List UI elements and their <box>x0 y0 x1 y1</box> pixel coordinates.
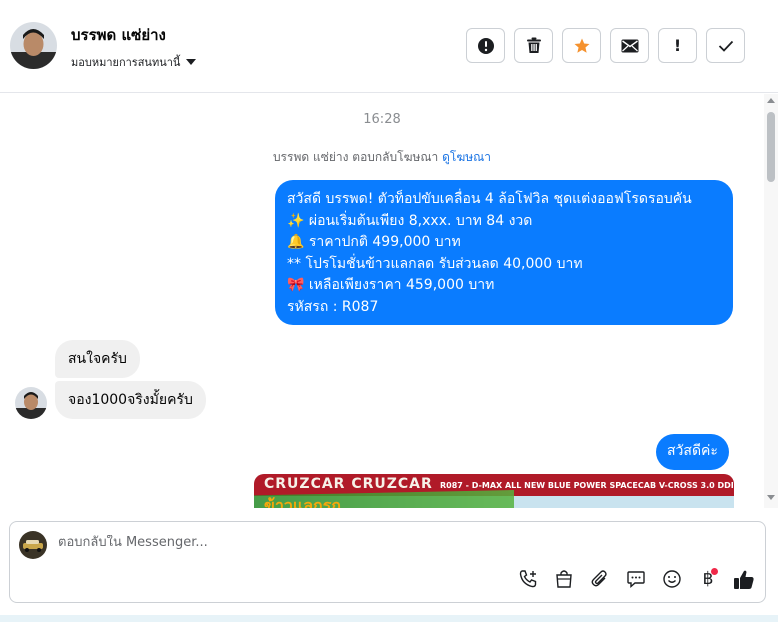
alert-circle-icon <box>477 37 494 54</box>
ad-image-model-text: R087 - D-MAX ALL NEW BLUE POWER SPACECAB… <box>440 481 734 490</box>
thread-toolbar: ! <box>466 28 745 63</box>
ad-image-brand: CRUZCAR CRUZCAR <box>264 476 433 492</box>
page-avatar <box>19 531 47 559</box>
saved-reply-icon <box>627 571 645 589</box>
sender-avatar[interactable] <box>15 387 47 419</box>
shop-button[interactable] <box>552 567 576 591</box>
ad-reply-text: บรรพด แซ่ย่าง ตอบกลับโฆษณา <box>272 150 439 164</box>
scroll-down-arrow-icon[interactable] <box>767 495 775 500</box>
star-button[interactable] <box>562 28 601 63</box>
ad-image-promo: ข้าวแลกรถ <box>264 496 341 508</box>
paperclip-icon <box>591 570 607 587</box>
mark-unread-button[interactable] <box>610 28 649 63</box>
saved-replies-button[interactable] <box>624 567 648 591</box>
assign-conversation-dropdown[interactable]: มอบหมายการสนทนานี้ <box>71 53 197 71</box>
delete-button[interactable] <box>514 28 553 63</box>
contact-name[interactable]: บรรพด แซ่ย่าง <box>71 23 166 47</box>
incoming-message[interactable]: สนใจครับ <box>55 340 140 378</box>
message-composer: ฿ <box>9 521 766 603</box>
ad-image-attachment[interactable]: CRUZCAR CRUZCAR R087 - D-MAX ALL NEW BLU… <box>254 474 734 508</box>
messenger-inbox-thread: บรรพด แซ่ย่าง มอบหมายการสนทนานี้ ! 16:28… <box>0 0 778 622</box>
ad-message-line: 🔔 ราคาปกติ 499,000 บาท <box>287 234 461 250</box>
ad-message-line: สวัสดี บรรพด! ตัวท็อปขับเคลื่อน 4 ล้อโฟว… <box>287 191 692 207</box>
emoji-icon <box>663 570 681 588</box>
reply-input[interactable] <box>58 535 618 550</box>
message-scrollbar[interactable] <box>764 94 778 508</box>
footer-strip <box>0 615 778 622</box>
mark-done-button[interactable] <box>706 28 745 63</box>
shopping-bag-icon <box>556 570 572 588</box>
attach-button[interactable] <box>588 567 612 591</box>
scroll-up-arrow-icon[interactable] <box>767 98 775 103</box>
view-ad-link[interactable]: ดูโฆษณา <box>442 150 491 164</box>
ad-message-line: ** โปรโมชั่นข้าวแลกลด รับส่วนลด 40,000 บ… <box>287 255 583 272</box>
scroll-thumb[interactable] <box>767 112 775 182</box>
trash-icon <box>526 37 541 53</box>
check-icon <box>718 40 733 52</box>
follow-up-button[interactable]: ! <box>658 28 697 63</box>
like-button[interactable] <box>732 567 756 591</box>
contact-avatar[interactable] <box>10 22 57 69</box>
ad-message-line: รหัสรถ : R087 <box>287 298 379 315</box>
message-timestamp: 16:28 <box>363 112 401 127</box>
phone-add-icon <box>519 570 537 588</box>
exclamation-icon: ! <box>673 36 682 55</box>
incoming-message[interactable]: จอง1000จริงมั้ยครับ <box>55 381 206 419</box>
star-icon <box>574 38 589 53</box>
caret-down-icon <box>186 59 197 65</box>
payment-button[interactable]: ฿ <box>696 567 720 591</box>
notification-dot <box>711 568 718 575</box>
ad-message-line: 🎀 เหลือเพียงราคา 459,000 บาท <box>287 277 495 293</box>
ad-reply-note: บรรพด แซ่ย่าง ตอบกลับโฆษณา ดูโฆษณา <box>0 148 764 167</box>
outgoing-message[interactable]: สวัสดีค่ะ <box>656 434 729 470</box>
thumbs-up-icon <box>734 570 754 589</box>
envelope-icon <box>621 39 638 52</box>
composer-toolbar: ฿ <box>516 567 756 591</box>
spam-button[interactable] <box>466 28 505 63</box>
ad-message-line: ✨ ผ่อนเริ่มต้นเพียง 8,xxx. บาท 84 งวด <box>287 212 533 229</box>
assign-label: มอบหมายการสนทนานี้ <box>71 56 181 69</box>
message-list[interactable]: 16:28 บรรพด แซ่ย่าง ตอบกลับโฆษณา ดูโฆษณา… <box>0 94 764 508</box>
thread-header: บรรพด แซ่ย่าง มอบหมายการสนทนานี้ ! <box>0 0 778 93</box>
outgoing-ad-message[interactable]: สวัสดี บรรพด! ตัวท็อปขับเคลื่อน 4 ล้อโฟว… <box>275 180 733 325</box>
emoji-button[interactable] <box>660 567 684 591</box>
call-button[interactable] <box>516 567 540 591</box>
